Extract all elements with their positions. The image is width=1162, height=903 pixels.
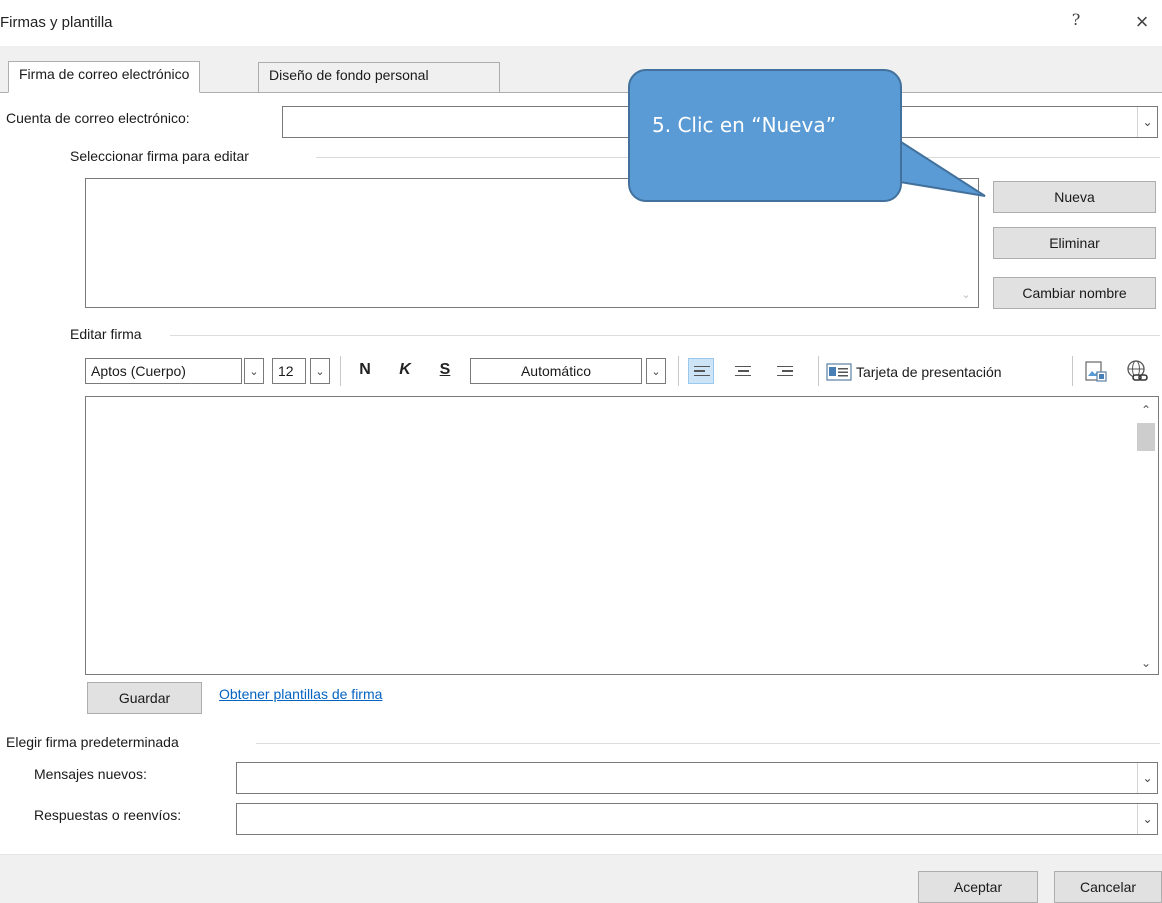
- ok-button[interactable]: Aceptar: [918, 871, 1038, 903]
- callout-pointer: [893, 140, 986, 197]
- group-divider: [170, 335, 1160, 336]
- align-center-icon[interactable]: [730, 358, 756, 384]
- cancel-button-label: Cancelar: [1079, 879, 1137, 895]
- toolbar-separator: [340, 356, 341, 386]
- delete-signature-label: Eliminar: [1049, 235, 1100, 251]
- font-size-select[interactable]: 12: [272, 358, 306, 384]
- font-dropdown-chevron-icon[interactable]: ⌄: [244, 358, 264, 384]
- new-signature-button[interactable]: Nueva: [993, 181, 1156, 213]
- help-button[interactable]: ?: [1064, 10, 1088, 34]
- new-messages-select[interactable]: ⌄: [236, 762, 1158, 794]
- toolbar-separator: [1072, 356, 1073, 386]
- italic-button[interactable]: K: [394, 361, 416, 379]
- insert-picture-icon[interactable]: [1084, 360, 1108, 387]
- tab-email-signature[interactable]: Firma de correo electrónico: [8, 61, 201, 93]
- business-card-icon: [826, 363, 852, 381]
- edit-signature-group-label: Editar firma: [70, 326, 142, 342]
- font-size-value: 12: [278, 363, 294, 379]
- default-signature-group-label: Elegir firma predeterminada: [6, 734, 179, 750]
- toolbar-separator: [818, 356, 819, 386]
- font-value: Aptos (Cuerpo): [91, 363, 186, 379]
- save-button[interactable]: Guardar: [87, 682, 202, 714]
- scroll-down-icon[interactable]: ⌄: [1134, 656, 1158, 670]
- toolbar-separator: [678, 356, 679, 386]
- tab-personal-stationery[interactable]: Diseño de fondo personal: [258, 62, 500, 92]
- replies-label: Respuestas o reenvíos:: [34, 807, 182, 823]
- underline-button[interactable]: S: [434, 361, 456, 379]
- color-dropdown-chevron-icon[interactable]: ⌄: [646, 358, 666, 384]
- signature-editor[interactable]: ⌃ ⌄: [85, 396, 1159, 675]
- scroll-thumb[interactable]: [1137, 423, 1155, 451]
- scroll-down-icon[interactable]: ⌄: [954, 288, 978, 301]
- new-messages-label: Mensajes nuevos:: [34, 766, 147, 782]
- dialog-title: Firmas y plantilla: [0, 14, 113, 31]
- group-divider: [256, 743, 1160, 744]
- hyperlink-icon[interactable]: [1124, 358, 1152, 389]
- size-dropdown-chevron-icon[interactable]: ⌄: [310, 358, 330, 384]
- delete-signature-button[interactable]: Eliminar: [993, 227, 1156, 259]
- chevron-down-icon[interactable]: ⌄: [1137, 107, 1157, 137]
- tab-personal-stationery-label: Diseño de fondo personal: [269, 67, 429, 83]
- get-templates-link[interactable]: Obtener plantillas de firma: [219, 686, 382, 702]
- align-left-icon[interactable]: [688, 358, 714, 384]
- callout-text: 5. Clic en “Nueva”: [652, 113, 836, 137]
- font-select[interactable]: Aptos (Cuerpo): [85, 358, 242, 384]
- align-right-icon[interactable]: [772, 358, 798, 384]
- tab-email-signature-label: Firma de correo electrónico: [19, 66, 190, 82]
- rename-signature-button[interactable]: Cambiar nombre: [993, 277, 1156, 309]
- callout-annotation: 5. Clic en “Nueva”: [628, 69, 902, 202]
- save-button-label: Guardar: [118, 690, 171, 706]
- business-card-label: Tarjeta de presentación: [856, 364, 1002, 380]
- bold-button[interactable]: N: [354, 361, 376, 379]
- scroll-up-icon[interactable]: ⌃: [1134, 403, 1158, 417]
- new-signature-label: Nueva: [1054, 189, 1095, 205]
- replies-select[interactable]: ⌄: [236, 803, 1158, 835]
- color-value: Automático: [520, 363, 592, 379]
- ok-button-label: Aceptar: [953, 879, 1003, 895]
- account-label: Cuenta de correo electrónico:: [6, 110, 190, 126]
- cancel-button[interactable]: Cancelar: [1054, 871, 1162, 903]
- select-signature-group-label: Seleccionar firma para editar: [70, 148, 249, 164]
- chevron-down-icon[interactable]: ⌄: [1137, 763, 1157, 793]
- color-select[interactable]: Automático: [470, 358, 642, 384]
- close-button[interactable]: ×: [1128, 8, 1156, 36]
- editor-scrollbar[interactable]: ⌃ ⌄: [1134, 397, 1158, 674]
- chevron-down-icon[interactable]: ⌄: [1137, 804, 1157, 834]
- rename-signature-label: Cambiar nombre: [1022, 285, 1127, 301]
- business-card-button[interactable]: Tarjeta de presentación: [826, 358, 1002, 386]
